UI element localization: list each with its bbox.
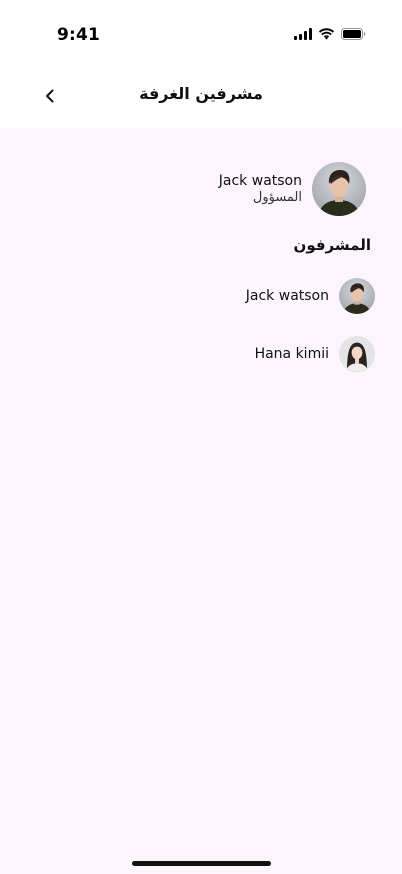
male-avatar-icon <box>339 278 375 314</box>
owner-card[interactable]: Jack watson المسؤول <box>219 162 366 216</box>
moderator-avatar[interactable] <box>339 336 375 372</box>
cellular-signal-icon <box>294 28 312 40</box>
home-indicator[interactable] <box>132 861 271 866</box>
owner-avatar[interactable] <box>312 162 366 216</box>
moderator-name: Jack watson <box>245 288 329 304</box>
male-avatar-icon <box>312 162 366 216</box>
owner-name: Jack watson <box>218 173 302 189</box>
status-icons <box>294 28 366 40</box>
moderator-item[interactable]: Jack watson <box>246 278 375 314</box>
status-time: 9:41 <box>57 25 101 45</box>
nav-bar: مشرفين الغرفة <box>0 64 402 128</box>
moderator-item[interactable]: Hana kimii <box>255 336 375 372</box>
wifi-icon <box>318 28 335 40</box>
moderator-avatar[interactable] <box>339 278 375 314</box>
moderators-section-title: المشرفون <box>293 236 371 254</box>
main-content: Jack watson المسؤول المشرفون Jack watson <box>0 128 402 874</box>
female-avatar-icon <box>339 336 375 372</box>
owner-info: Jack watson المسؤول <box>219 173 302 205</box>
moderator-name: Hana kimii <box>254 346 329 362</box>
page-title: مشرفين الغرفة <box>139 84 263 103</box>
owner-role: المسؤول <box>252 190 302 205</box>
battery-icon <box>341 28 366 40</box>
status-bar: 9:41 <box>0 0 402 64</box>
